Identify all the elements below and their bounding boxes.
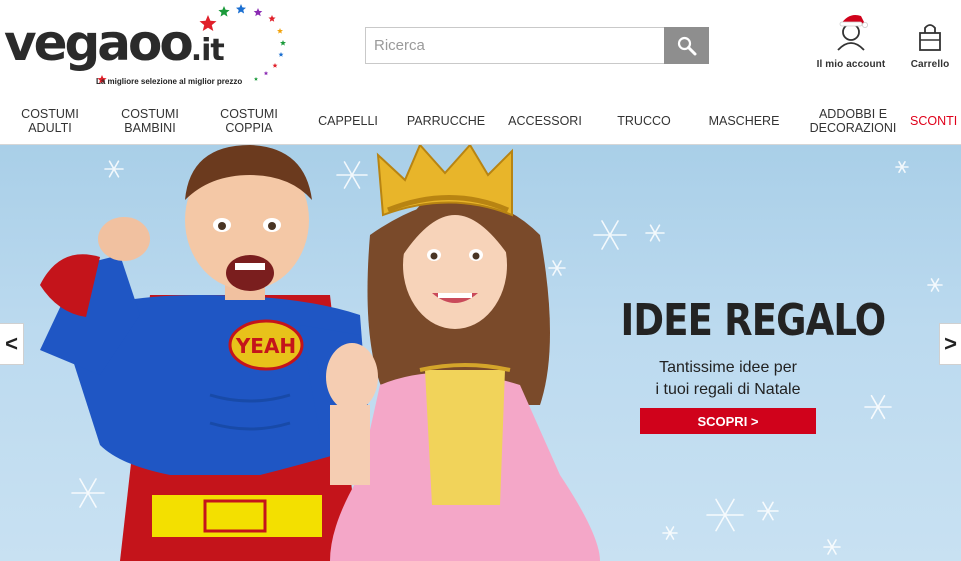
girl-princess-figure bbox=[326, 145, 600, 561]
nav-item-addobbi-decorazioni[interactable]: ADDOBBI E DECORAZIONI bbox=[804, 97, 902, 144]
search-bar bbox=[365, 27, 709, 64]
nav-item-parrucche[interactable]: PARRUCCHE bbox=[400, 97, 492, 144]
site-header: vegaoo.it La migliore selezione al migli… bbox=[0, 0, 961, 96]
nav-item-costumi-adulti[interactable]: COSTUMI ADULTI bbox=[6, 97, 94, 144]
cart-label: Carrello bbox=[910, 59, 950, 70]
discover-button[interactable]: SCOPRI > bbox=[640, 408, 816, 434]
magnifier-icon bbox=[677, 36, 696, 55]
nav-item-costumi-coppia[interactable]: COSTUMI COPPIA bbox=[205, 97, 293, 144]
shopping-bag-icon bbox=[919, 24, 941, 51]
promo-subtitle: Tantissime idee per i tuoi regali di Nat… bbox=[600, 357, 856, 401]
promo-subtitle-line1: Tantissime idee per bbox=[659, 359, 797, 376]
logo-tagline: La migliore selezione al miglior prezzo bbox=[96, 77, 243, 86]
boy-superhero-figure: YEAH bbox=[40, 145, 370, 561]
carousel-next-button[interactable]: > bbox=[939, 323, 961, 365]
banner-illustration: YEAH bbox=[40, 145, 943, 561]
nav-item-accessori[interactable]: ACCESSORI bbox=[502, 97, 588, 144]
promo-subtitle-line2: i tuoi regali di Natale bbox=[655, 381, 801, 398]
nav-item-trucco[interactable]: TRUCCO bbox=[600, 97, 688, 144]
logo-tld: .it bbox=[190, 33, 225, 68]
user-santa-hat-icon bbox=[837, 15, 868, 51]
nav-item-costumi-bambini[interactable]: COSTUMI BAMBINI bbox=[106, 97, 194, 144]
promo-title: IDEE REGALO bbox=[620, 295, 886, 346]
logo-wordmark: vegaoo.it bbox=[4, 14, 225, 72]
nav-item-cappelli[interactable]: CAPPELLI bbox=[305, 97, 391, 144]
main-navigation: COSTUMI ADULTI COSTUMI BAMBINI COSTUMI C… bbox=[0, 97, 961, 145]
search-input[interactable] bbox=[365, 27, 665, 64]
hero-banner[interactable]: YEAH IDEE REGALO Tantissime idee per i t… bbox=[0, 145, 961, 561]
search-button[interactable] bbox=[664, 27, 709, 64]
account-label: Il mio account bbox=[816, 59, 886, 70]
carousel-prev-button[interactable]: < bbox=[0, 323, 24, 365]
site-logo[interactable]: vegaoo.it La migliore selezione al migli… bbox=[4, 4, 294, 90]
nav-item-sconti[interactable]: SCONTI bbox=[910, 97, 961, 144]
account-link[interactable]: Il mio account bbox=[810, 10, 892, 72]
nav-item-maschere[interactable]: MASCHERE bbox=[700, 97, 788, 144]
hero-emblem-text: YEAH bbox=[235, 334, 296, 358]
cart-link[interactable]: Carrello bbox=[902, 10, 958, 72]
